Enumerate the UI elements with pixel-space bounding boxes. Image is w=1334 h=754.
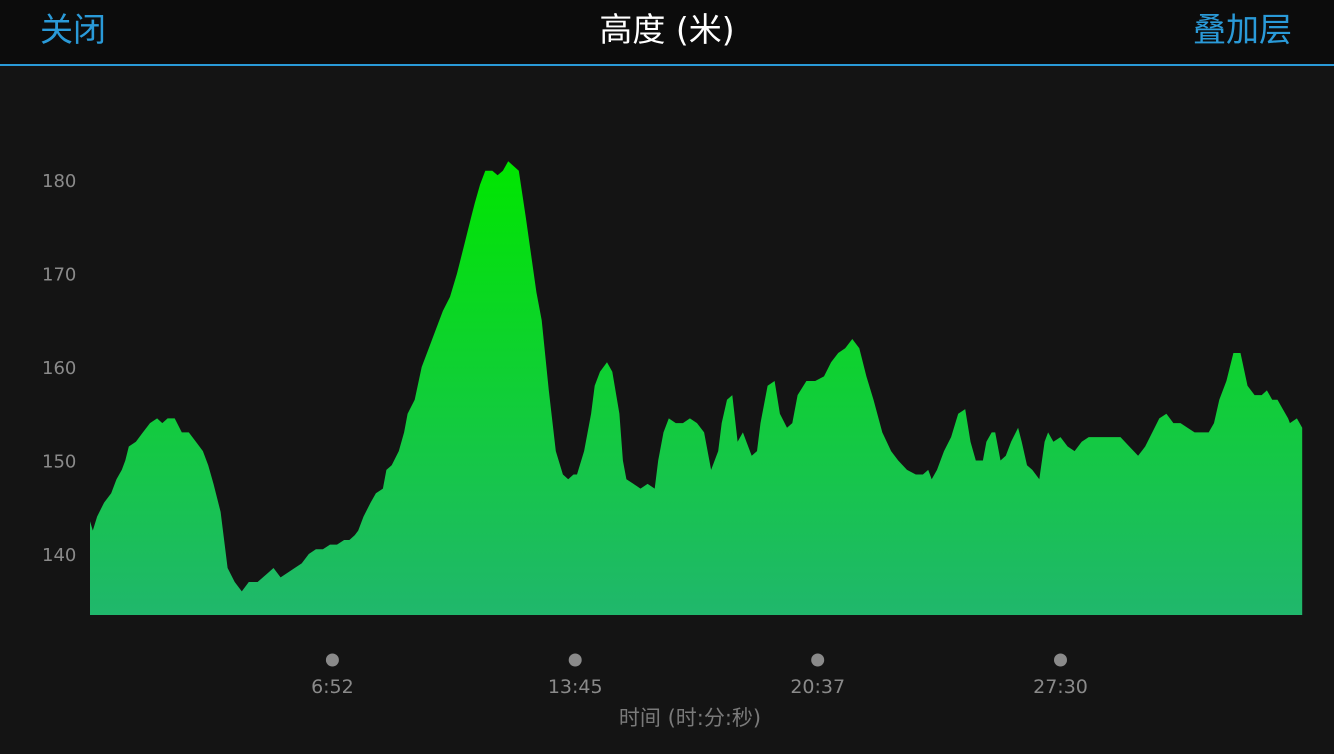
page-title: 高度 (米) [599,10,735,49]
y-tick-label: 160 [42,358,76,379]
y-tick-label: 150 [42,452,76,473]
x-tick-label: 27:30 [1033,676,1088,698]
x-axis: 6:52 13:45 20:37 27:30 [311,653,1088,698]
x-tick-marker [811,653,825,667]
x-tick-label: 6:52 [311,676,354,698]
x-tick-label: 13:45 [548,676,603,698]
overlay-layers-button[interactable]: 叠加层 [1193,8,1292,52]
y-tick-label: 140 [42,545,76,566]
x-tick-marker [1054,653,1067,667]
elevation-chart[interactable]: 140 150 160 170 180 6:52 13:45 20:37 27:30 时间 (… [0,66,1334,750]
elevation-area [90,161,1303,616]
top-bar: 关闭 高度 (米) 叠加层 [0,0,1334,66]
y-axis: 140 150 160 170 180 [42,171,76,566]
x-tick-marker [325,653,339,667]
x-axis-label: 时间 (时:分:秒) [619,706,761,730]
y-tick-label: 170 [42,265,76,286]
elevation-chart-svg: 140 150 160 170 180 6:52 13:45 20:37 27:30 时间 (… [42,161,1303,730]
x-tick-label: 20:37 [790,676,845,698]
y-tick-label: 180 [42,171,76,192]
x-tick-marker [568,653,582,667]
